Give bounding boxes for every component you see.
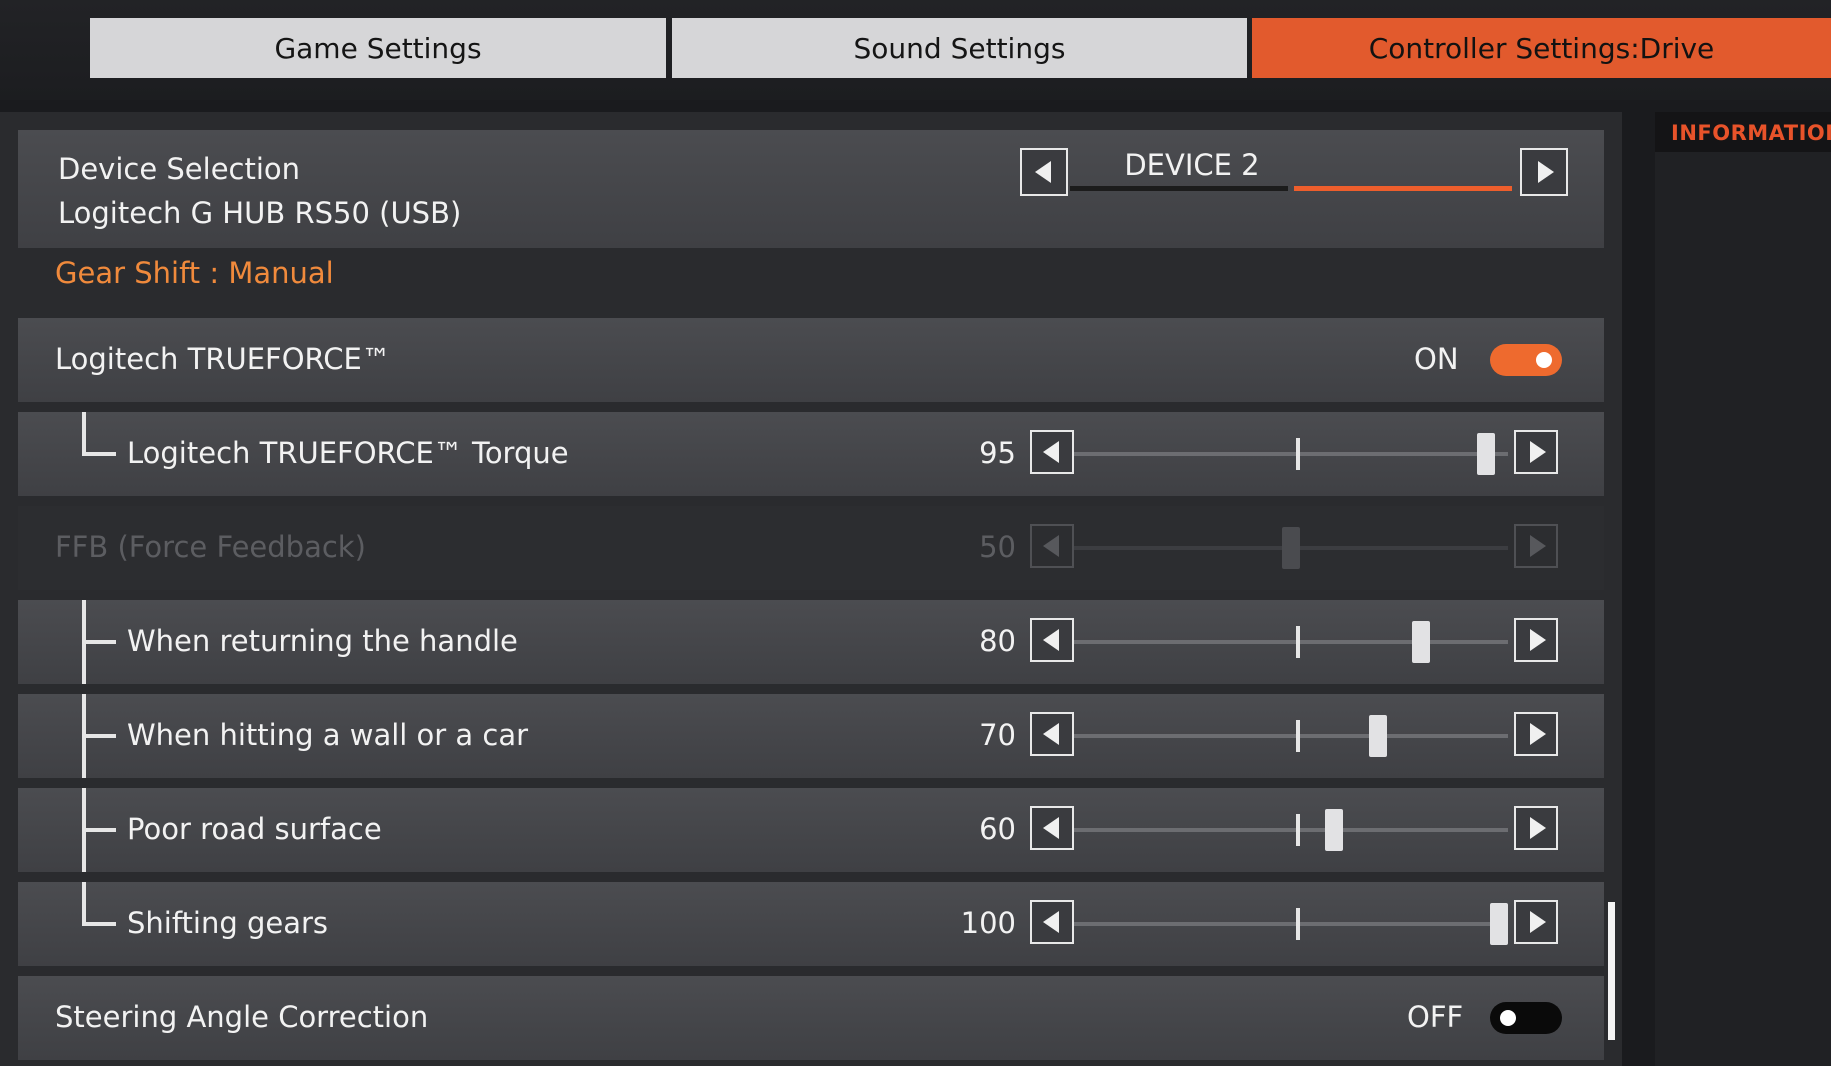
information-panel — [1655, 152, 1831, 1066]
slider-row-poor-road: Poor road surface 60 — [18, 788, 1604, 872]
tab-label: Controller Settings:Drive — [1368, 31, 1715, 65]
slider-row-hitting-wall: When hitting a wall or a car 70 — [18, 694, 1604, 778]
tree-branch — [82, 922, 116, 926]
information-header: INFORMATION — [1655, 112, 1831, 152]
slider-decrease-button[interactable] — [1030, 712, 1074, 756]
slider-increase-button[interactable] — [1514, 524, 1558, 568]
slider-thumb[interactable] — [1412, 621, 1431, 663]
device-next-button[interactable] — [1520, 148, 1568, 196]
toggle-knob — [1536, 352, 1552, 368]
slider-increase-button[interactable] — [1514, 806, 1558, 850]
tree-line — [82, 882, 86, 926]
trueforce-toggle[interactable] — [1490, 344, 1562, 376]
slider-value: 80 — [979, 624, 1016, 658]
slider-decrease-button[interactable] — [1030, 430, 1074, 474]
slider-label: When returning the handle — [127, 624, 518, 658]
slider-row-returning-handle: When returning the handle 80 — [18, 600, 1604, 684]
slider-track[interactable] — [1074, 452, 1508, 456]
arrow-left-icon — [1042, 441, 1059, 463]
trueforce-state: ON — [1414, 342, 1459, 376]
tree-branch — [82, 734, 116, 738]
toggle-knob — [1500, 1010, 1516, 1026]
device-prev-button[interactable] — [1020, 148, 1068, 196]
slider-label: Poor road surface — [127, 812, 382, 846]
slider-center-tick — [1296, 814, 1300, 846]
tree-line — [82, 412, 86, 456]
slider-value: 100 — [960, 906, 1016, 940]
slider-label: When hitting a wall or a car — [127, 718, 529, 752]
arrow-left-icon — [1042, 723, 1059, 745]
slider-value: 50 — [979, 530, 1016, 564]
slider-track[interactable] — [1074, 640, 1508, 644]
steering-angle-row[interactable]: Steering Angle Correction OFF — [18, 976, 1604, 1060]
device-indicator-1 — [1070, 186, 1288, 191]
arrow-left-icon — [1042, 535, 1059, 557]
arrow-left-icon — [1042, 817, 1059, 839]
arrow-right-icon — [1529, 723, 1546, 745]
slider-thumb[interactable] — [1490, 903, 1508, 945]
slider-center-tick — [1296, 438, 1300, 470]
slider-label: Shifting gears — [127, 906, 329, 940]
slider-thumb[interactable] — [1477, 433, 1496, 475]
tab-game-settings[interactable]: Game Settings — [90, 18, 666, 78]
arrow-left-icon — [1034, 161, 1051, 183]
slider-decrease-button[interactable] — [1030, 618, 1074, 662]
slider-center-tick — [1296, 626, 1300, 658]
device-name: Logitech G HUB RS50 (USB) — [58, 196, 462, 230]
slider-increase-button[interactable] — [1514, 712, 1558, 756]
arrow-right-icon — [1529, 911, 1546, 933]
tree-branch — [82, 828, 116, 832]
tab-label: Game Settings — [274, 31, 482, 65]
arrow-right-icon — [1529, 817, 1546, 839]
arrow-left-icon — [1042, 911, 1059, 933]
slider-increase-button[interactable] — [1514, 430, 1558, 474]
tree-branch — [82, 640, 116, 644]
slider-value: 70 — [979, 718, 1016, 752]
slider-row-trueforce-torque: Logitech TRUEFORCE™ Torque 95 — [18, 412, 1604, 496]
trueforce-label: Logitech TRUEFORCE™ — [55, 342, 391, 376]
slider-row-shifting-gears: Shifting gears 100 — [18, 882, 1604, 966]
trueforce-row[interactable]: Logitech TRUEFORCE™ ON — [18, 318, 1604, 402]
slider-decrease-button[interactable] — [1030, 900, 1074, 944]
scrollbar[interactable] — [1608, 902, 1615, 1040]
tab-label: Sound Settings — [853, 31, 1066, 65]
device-selected-label: DEVICE 2 — [1124, 148, 1260, 182]
slider-thumb[interactable] — [1325, 809, 1344, 851]
slider-row-ffb: FFB (Force Feedback) 50 — [18, 506, 1604, 590]
settings-panel: Device Selection Logitech G HUB RS50 (US… — [0, 112, 1622, 1066]
slider-center-tick — [1296, 908, 1300, 940]
slider-value: 95 — [979, 436, 1016, 470]
slider-track[interactable] — [1074, 734, 1508, 738]
arrow-right-icon — [1529, 535, 1546, 557]
slider-track[interactable] — [1074, 922, 1508, 926]
arrow-right-icon — [1537, 161, 1554, 183]
slider-decrease-button[interactable] — [1030, 524, 1074, 568]
steering-angle-toggle[interactable] — [1490, 1002, 1562, 1034]
gear-shift-label: Gear Shift : Manual — [55, 256, 334, 290]
slider-increase-button[interactable] — [1514, 900, 1558, 944]
tab-sound-settings[interactable]: Sound Settings — [672, 18, 1247, 78]
tab-bar: Game Settings Sound Settings Controller … — [0, 0, 1831, 100]
steering-angle-label: Steering Angle Correction — [55, 1000, 429, 1034]
slider-track[interactable] — [1074, 828, 1508, 832]
slider-decrease-button[interactable] — [1030, 806, 1074, 850]
slider-increase-button[interactable] — [1514, 618, 1558, 662]
slider-thumb[interactable] — [1282, 527, 1300, 569]
device-selection-row: Device Selection Logitech G HUB RS50 (US… — [18, 130, 1604, 248]
arrow-right-icon — [1529, 629, 1546, 651]
slider-thumb[interactable] — [1368, 715, 1387, 757]
slider-center-tick — [1296, 720, 1300, 752]
device-selection-title: Device Selection — [58, 152, 301, 186]
tab-controller-settings-drive[interactable]: Controller Settings:Drive — [1252, 18, 1831, 78]
tree-branch — [82, 452, 116, 456]
slider-value: 60 — [979, 812, 1016, 846]
slider-label: FFB (Force Feedback) — [55, 530, 366, 564]
steering-angle-state: OFF — [1407, 1000, 1464, 1034]
arrow-right-icon — [1529, 441, 1546, 463]
device-indicator-2 — [1294, 186, 1512, 191]
information-title: INFORMATION — [1671, 121, 1831, 145]
slider-label: Logitech TRUEFORCE™ Torque — [127, 436, 569, 470]
arrow-left-icon — [1042, 629, 1059, 651]
